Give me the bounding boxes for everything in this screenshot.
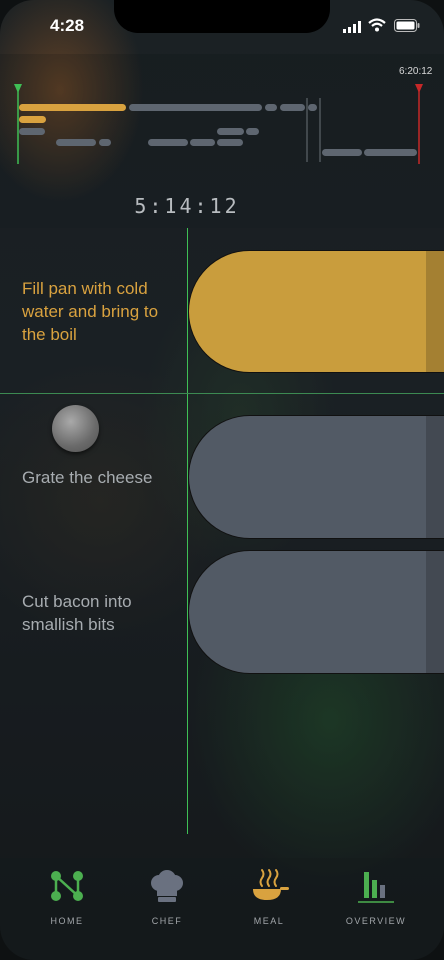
tab-bar: HOME CHEF MEAL OVERVIEW — [0, 858, 444, 960]
tab-meal-label: MEAL — [253, 916, 285, 926]
tab-home-label: HOME — [50, 916, 84, 926]
tab-overview-label: OVERVIEW — [345, 916, 407, 926]
signal-icon — [343, 21, 361, 33]
task-bar-grate-cheese[interactable] — [188, 415, 444, 539]
drag-knob[interactable] — [52, 405, 99, 452]
elapsed-timer: 5:14:12 — [134, 194, 240, 218]
active-task-divider — [0, 393, 444, 394]
device-notch — [114, 0, 330, 33]
tab-meal[interactable]: MEAL — [225, 866, 313, 926]
task-label-grate-cheese[interactable]: Grate the cheese — [22, 466, 152, 489]
wifi-icon — [368, 18, 386, 32]
tab-home[interactable]: HOME — [23, 866, 111, 926]
bar-chart-icon — [358, 872, 394, 903]
task-bar-cut-bacon[interactable] — [188, 550, 444, 674]
current-time-line — [187, 228, 188, 834]
timeline-start-marker[interactable] — [14, 84, 22, 164]
tab-overview[interactable]: OVERVIEW — [332, 866, 420, 926]
chef-hat-icon — [151, 870, 183, 902]
task-label-cut-bacon[interactable]: Cut bacon into smallish bits — [22, 590, 182, 636]
tab-chef[interactable]: CHEF — [123, 866, 211, 926]
task-bar-fill-pan[interactable] — [188, 250, 444, 373]
steaming-pan-icon — [253, 869, 289, 900]
timeline-bars — [19, 104, 417, 156]
battery-icon — [394, 19, 420, 32]
task-label-fill-pan[interactable]: Fill pan with cold water and bring to th… — [22, 277, 182, 346]
status-bar: 4:28 — [0, 0, 444, 54]
status-time: 4:28 — [50, 16, 85, 35]
network-nodes-icon — [51, 871, 83, 901]
tab-chef-label: CHEF — [151, 916, 183, 926]
timeline-end-time: 6:20:12 — [399, 66, 433, 77]
app-screen: 4:28 6:20:12 5:14:12 Fill pan with cold … — [0, 0, 444, 960]
